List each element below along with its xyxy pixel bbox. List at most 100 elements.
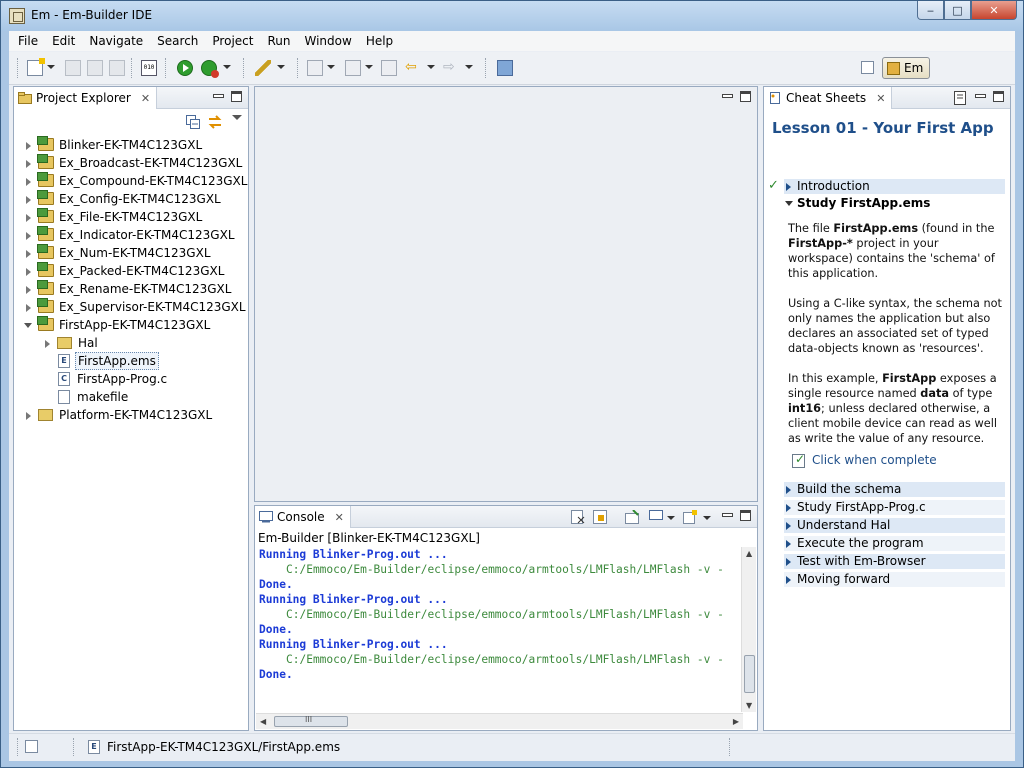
cheat-sheet-menu-icon[interactable] xyxy=(954,91,966,105)
wand-icon[interactable] xyxy=(255,60,271,76)
minimize-button[interactable]: ‒ xyxy=(917,1,944,20)
click-when-complete-link[interactable]: Click when complete xyxy=(792,452,937,468)
step-test-em-browser[interactable]: Test with Em-Browser xyxy=(784,554,1005,569)
minimize-view-icon[interactable] xyxy=(722,513,733,517)
console-line: C:/Emmoco/Em-Builder/eclipse/emmoco/armt… xyxy=(286,608,724,621)
editor-area xyxy=(254,86,758,502)
maximize-view-icon[interactable] xyxy=(740,510,751,521)
open-perspective-icon[interactable] xyxy=(859,57,877,79)
open-console-icon[interactable] xyxy=(683,510,697,524)
minimize-view-icon[interactable] xyxy=(213,94,224,98)
minimize-view-icon[interactable] xyxy=(975,94,986,98)
last-edit-icon[interactable] xyxy=(381,60,397,76)
next-annotation-dropdown-icon[interactable] xyxy=(327,65,335,69)
em-perspective-button[interactable]: Em xyxy=(882,57,930,79)
menu-search[interactable]: Search xyxy=(150,31,205,51)
scroll-thumb[interactable]: III xyxy=(274,715,348,727)
maximize-view-icon[interactable] xyxy=(740,91,751,102)
step-study-firstapp-ems[interactable]: Study FirstApp.ems xyxy=(784,196,930,210)
tree-item-platform[interactable]: Platform-EK-TM4C123GXL xyxy=(14,406,248,424)
clear-console-icon[interactable] xyxy=(571,510,585,524)
wand-dropdown-icon[interactable] xyxy=(277,65,285,69)
print-icon[interactable] xyxy=(109,60,125,76)
title-bar[interactable]: Em - Em-Builder IDE ‒ □ ✕ xyxy=(1,1,1023,31)
display-console-icon[interactable] xyxy=(649,510,663,524)
console-vertical-scrollbar[interactable]: ▲ ▼ xyxy=(741,547,756,712)
tree-item-hal[interactable]: Hal xyxy=(14,334,248,352)
forward-arrow-icon[interactable]: ⇨ xyxy=(443,60,459,76)
tree-item-ex-broadcast[interactable]: Ex_Broadcast-EK-TM4C123GXL xyxy=(14,154,248,172)
console-line: Running Blinker-Prog.out ... xyxy=(259,593,448,606)
new-icon[interactable] xyxy=(27,58,45,76)
tree-item-ex-packed[interactable]: Ex_Packed-EK-TM4C123GXL xyxy=(14,262,248,280)
collapse-all-icon[interactable] xyxy=(186,115,200,129)
next-annotation-icon[interactable] xyxy=(307,60,323,76)
menu-window[interactable]: Window xyxy=(297,31,358,51)
console-output[interactable]: Running Blinker-Prog.out ... C:/Emmoco/E… xyxy=(256,547,743,712)
close-tab-icon[interactable]: ✕ xyxy=(876,92,885,105)
scroll-up-icon[interactable]: ▲ xyxy=(746,549,752,558)
fast-view-icon[interactable] xyxy=(25,740,38,753)
tree-item-ex-indicator[interactable]: Ex_Indicator-EK-TM4C123GXL xyxy=(14,226,248,244)
step-understand-hal[interactable]: Understand Hal xyxy=(784,518,1005,533)
save-all-icon[interactable] xyxy=(87,60,103,76)
tree-item-ex-compound[interactable]: Ex_Compound-EK-TM4C123GXL xyxy=(14,172,248,190)
minimize-view-icon[interactable] xyxy=(722,94,733,98)
em-perspective-icon xyxy=(887,61,900,75)
close-tab-icon[interactable]: ✕ xyxy=(141,92,150,105)
console-tab[interactable]: Console ✕ xyxy=(255,506,351,528)
run-dropdown-icon[interactable] xyxy=(223,65,231,69)
menu-help[interactable]: Help xyxy=(359,31,400,51)
step-study-prog-c[interactable]: Study FirstApp-Prog.c xyxy=(784,500,1005,515)
menu-run[interactable]: Run xyxy=(260,31,297,51)
close-tab-icon[interactable]: ✕ xyxy=(335,511,344,524)
open-console-dropdown-icon[interactable] xyxy=(703,516,711,520)
binary-icon[interactable]: 010 xyxy=(141,60,157,76)
cheat-sheets-tab[interactable]: Cheat Sheets ✕ xyxy=(764,87,893,109)
project-explorer-tab[interactable]: Project Explorer ✕ xyxy=(14,87,158,109)
forward-dropdown-icon[interactable] xyxy=(465,65,473,69)
back-dropdown-icon[interactable] xyxy=(427,65,435,69)
maximize-view-icon[interactable] xyxy=(231,91,242,102)
maximize-button[interactable]: □ xyxy=(944,1,971,20)
prev-annotation-dropdown-icon[interactable] xyxy=(365,65,373,69)
tree-item-firstapp[interactable]: FirstApp-EK-TM4C123GXL xyxy=(14,316,248,334)
scroll-down-icon[interactable]: ▼ xyxy=(746,701,752,710)
save-icon[interactable] xyxy=(65,60,81,76)
tree-item-ex-rename[interactable]: Ex_Rename-EK-TM4C123GXL xyxy=(14,280,248,298)
new-dropdown-icon[interactable] xyxy=(47,65,55,69)
step-moving-forward[interactable]: Moving forward xyxy=(784,572,1005,587)
menu-project[interactable]: Project xyxy=(205,31,260,51)
back-arrow-icon[interactable]: ⇦ xyxy=(405,60,421,76)
menu-file[interactable]: File xyxy=(11,31,45,51)
pin-console-icon[interactable] xyxy=(625,510,639,524)
display-console-dropdown-icon[interactable] xyxy=(667,516,675,520)
tree-item-firstapp-prog-c[interactable]: C FirstApp-Prog.c xyxy=(14,370,248,388)
tree-item-blinker[interactable]: Blinker-EK-TM4C123GXL xyxy=(14,136,248,154)
scroll-left-icon[interactable]: ◀ xyxy=(260,717,266,726)
scroll-thumb[interactable] xyxy=(744,655,755,693)
link-with-editor-icon[interactable] xyxy=(207,114,223,130)
view-menu-icon[interactable] xyxy=(232,115,242,120)
tree-item-ex-num[interactable]: Ex_Num-EK-TM4C123GXL xyxy=(14,244,248,262)
menu-navigate[interactable]: Navigate xyxy=(82,31,150,51)
project-icon xyxy=(37,244,54,259)
console-horizontal-scrollbar[interactable]: ◀ III ▶ xyxy=(256,713,743,729)
tree-item-ex-file[interactable]: Ex_File-EK-TM4C123GXL xyxy=(14,208,248,226)
maximize-view-icon[interactable] xyxy=(993,91,1004,102)
tree-item-makefile[interactable]: makefile xyxy=(14,388,248,406)
close-button[interactable]: ✕ xyxy=(971,1,1017,20)
step-introduction[interactable]: Introduction xyxy=(784,179,1005,194)
prev-annotation-icon[interactable] xyxy=(345,60,361,76)
menu-edit[interactable]: Edit xyxy=(45,31,82,51)
debug-icon[interactable] xyxy=(201,60,219,78)
step-build-schema[interactable]: Build the schema xyxy=(784,482,1005,497)
run-icon[interactable] xyxy=(177,60,193,76)
tree-item-firstapp-ems[interactable]: E FirstApp.ems xyxy=(14,352,248,370)
scroll-lock-icon[interactable] xyxy=(593,510,607,524)
book-icon[interactable] xyxy=(497,60,513,76)
tree-item-ex-config[interactable]: Ex_Config-EK-TM4C123GXL xyxy=(14,190,248,208)
step-execute-program[interactable]: Execute the program xyxy=(784,536,1005,551)
scroll-right-icon[interactable]: ▶ xyxy=(733,717,739,726)
tree-item-ex-supervisor[interactable]: Ex_Supervisor-EK-TM4C123GXL xyxy=(14,298,248,316)
